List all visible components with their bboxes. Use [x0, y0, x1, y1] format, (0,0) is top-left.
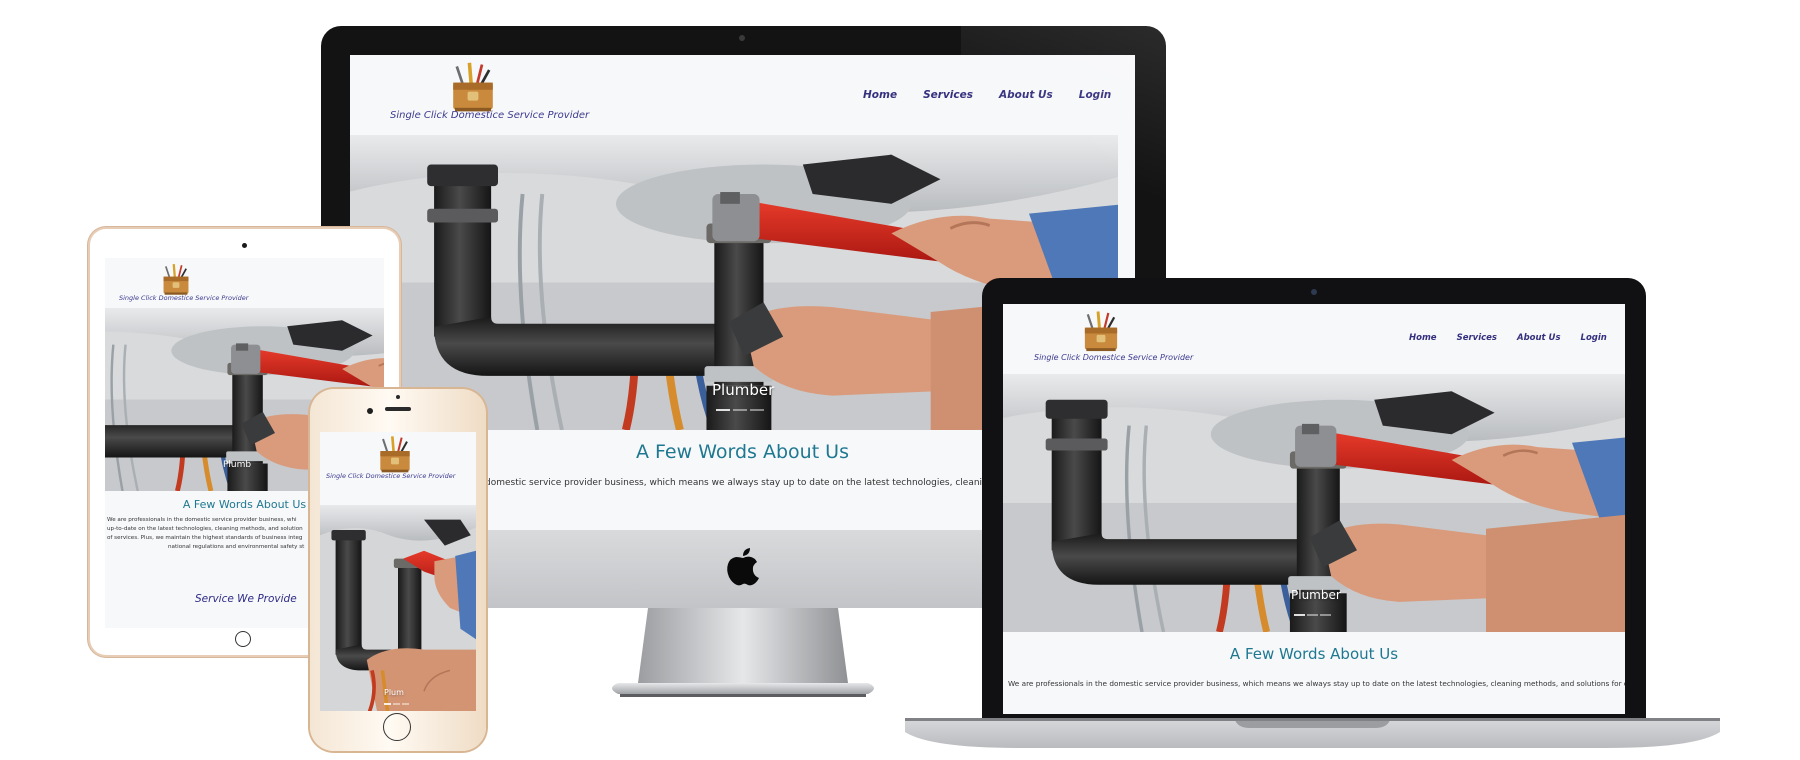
home-button-icon[interactable]: [383, 713, 411, 741]
macbook-screen: Single Click Domestice Service Provider …: [1003, 304, 1625, 714]
main-nav: Home Services About Us Login: [1409, 333, 1607, 343]
nav-login[interactable]: Login: [1581, 333, 1607, 343]
brand-name[interactable]: Single Click Domestice Service Provider: [119, 294, 248, 302]
toolbox-logo-icon[interactable]: [1079, 310, 1123, 354]
services-heading: Service We Provide: [195, 593, 297, 605]
nav-home[interactable]: Home: [863, 89, 897, 101]
iphone-screen: Single Click Domestice Service Provider …: [320, 432, 476, 711]
nav-about-us[interactable]: About Us: [1517, 333, 1561, 343]
site-header: Single Click Domestice Service Provider …: [1003, 304, 1625, 374]
about-text-line: up-to-date on the latest technologies, c…: [107, 526, 303, 532]
apple-logo-icon: [727, 548, 759, 586]
brand-name[interactable]: Single Click Domestice Service Provider: [326, 472, 455, 480]
carousel-dot[interactable]: [1320, 614, 1331, 616]
brand-name[interactable]: Single Click Domestice Service Provider: [390, 110, 589, 121]
brand-name[interactable]: Single Click Domestice Service Provider: [1034, 353, 1193, 362]
carousel-dot[interactable]: [750, 409, 764, 411]
iphone-device: Single Click Domestice Service Provider …: [310, 389, 486, 751]
about-text: We are professionals in the domestic ser…: [1008, 679, 1625, 688]
carousel-dot[interactable]: [733, 409, 747, 411]
carousel-dot[interactable]: [1294, 614, 1305, 616]
about-text-line: national regulations and environmental s…: [168, 544, 305, 550]
nav-about-us[interactable]: About Us: [999, 89, 1053, 101]
toolbox-logo-icon[interactable]: [446, 61, 500, 115]
phone-speaker: [385, 407, 411, 411]
carousel-dot[interactable]: [716, 409, 730, 411]
carousel-dot[interactable]: [402, 703, 409, 705]
camera-icon: [739, 35, 745, 41]
slide-caption: Plumber: [712, 381, 775, 399]
site-header: Single Click Domestice Service Provider: [320, 432, 476, 505]
nav-services[interactable]: Services: [1457, 333, 1497, 343]
home-button-icon[interactable]: [235, 631, 251, 647]
toolbox-logo-icon[interactable]: [375, 435, 415, 475]
nav-login[interactable]: Login: [1079, 89, 1112, 101]
about-text-line: of services. Plus, we maintain the highe…: [107, 535, 303, 541]
macbook-base: [905, 718, 1720, 748]
main-nav: Home Services About Us Login: [863, 89, 1111, 101]
slide-caption: Plumb: [223, 460, 252, 470]
site-header: Single Click Domestice Service Provider: [105, 258, 384, 308]
about-text-line: We are professionals in the domestic ser…: [107, 517, 297, 523]
camera-icon: [1311, 289, 1317, 295]
carousel-dot[interactable]: [393, 703, 400, 705]
site-header: Single Click Domestice Service Provider …: [350, 55, 1135, 135]
about-heading: A Few Words About Us: [1229, 645, 1399, 663]
slide-caption: Plum: [384, 688, 404, 697]
nav-services[interactable]: Services: [923, 89, 973, 101]
carousel-indicators[interactable]: [1294, 614, 1331, 616]
hero-image: [320, 505, 476, 711]
macbook-device: Single Click Domestice Service Provider …: [905, 278, 1720, 750]
slide-caption: Plumber: [1291, 588, 1341, 602]
camera-icon: [396, 395, 400, 399]
carousel-dot[interactable]: [384, 703, 391, 705]
carousel-indicators[interactable]: [384, 703, 409, 705]
carousel-dot[interactable]: [1307, 614, 1318, 616]
camera-icon: [367, 408, 373, 414]
imac-stand: [612, 608, 874, 697]
nav-home[interactable]: Home: [1409, 333, 1437, 343]
hero-carousel[interactable]: Plumber: [1003, 374, 1625, 632]
toolbox-logo-icon[interactable]: [159, 263, 193, 297]
carousel-indicators[interactable]: [716, 409, 764, 411]
camera-icon: [242, 243, 247, 248]
hero-carousel[interactable]: Plum: [320, 505, 476, 711]
